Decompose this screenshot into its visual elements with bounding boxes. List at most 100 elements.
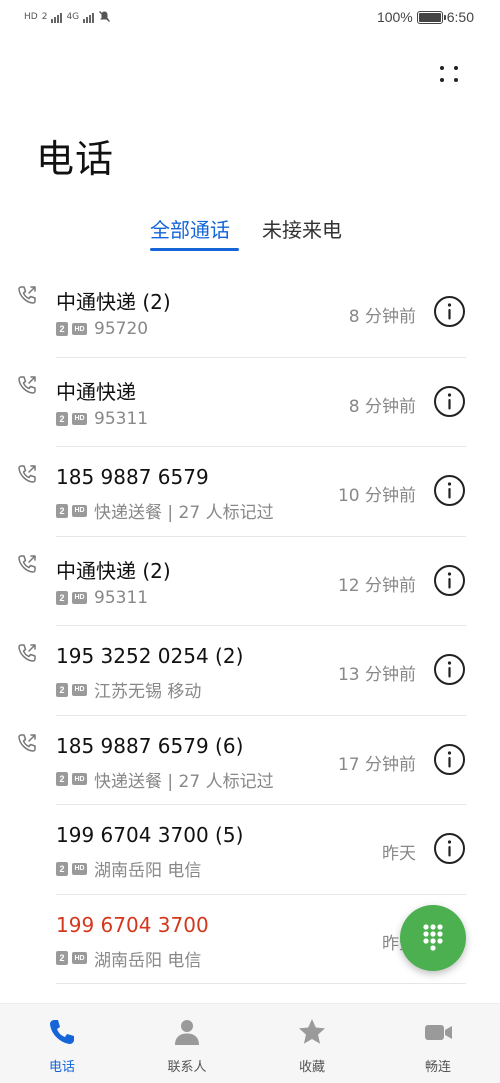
call-log-row[interactable]: 185 9887 6579 2 HD 快递送餐 | 27 人标记过 10 分钟前	[0, 447, 500, 537]
call-log-row[interactable]: 199 6704 3700 (5) 2 HD 湖南岳阳 电信 昨天	[0, 805, 500, 895]
call-time: 昨天	[382, 844, 416, 864]
caller-name: 中通快递 (2)	[56, 558, 171, 583]
call-detail: 95311	[94, 587, 149, 608]
hd-voice-icon: HD	[72, 323, 87, 335]
status-left: HD 2 4G	[24, 10, 111, 23]
call-detail: 江苏无锡 移动	[94, 682, 202, 702]
call-subtitle: 2 HD 95311	[56, 409, 148, 429]
dialpad-icon	[423, 924, 443, 951]
status-right: 100% 6:50	[377, 9, 474, 25]
sim-card-icon: 2	[56, 682, 68, 697]
caller-name: 中通快递	[56, 379, 136, 404]
call-log-row[interactable]: 195 3252 0254 (2) 2 HD 江苏无锡 移动 13 分钟前	[0, 626, 500, 716]
call-detail: 快递送餐 | 27 人标记过	[94, 771, 274, 792]
video-call-icon	[425, 1025, 452, 1040]
nav-phone-label: 电话	[48, 1060, 75, 1075]
call-detail: 95720	[94, 319, 149, 339]
hd-voice-icon: HD	[72, 862, 87, 875]
tab-all-calls[interactable]: 全部通话	[150, 214, 230, 243]
caller-name: 185 9887 6579 (6)	[56, 733, 244, 758]
call-subtitle: 2 HD 湖南岳阳 电信	[56, 856, 201, 881]
hd-voice-icon: HD	[72, 683, 87, 696]
hd-voice-icon: HD	[72, 591, 87, 604]
outgoing-call-icon	[18, 554, 36, 573]
hd-indicator: HD	[24, 11, 38, 22]
outgoing-call-icon	[18, 733, 36, 752]
sim-card-icon: 2	[56, 951, 68, 965]
caller-name: 195 3252 0254 (2)	[56, 644, 244, 668]
call-time: 13 分钟前	[337, 665, 416, 685]
tab-indicator	[150, 248, 239, 251]
call-log-row[interactable]: 中通快递 (2) 2 HD 95311 12 分钟前	[0, 537, 500, 626]
info-icon[interactable]	[433, 474, 466, 507]
call-subtitle: 2 HD 湖南岳阳 电信	[56, 946, 201, 971]
call-time: 12 分钟前	[337, 575, 416, 596]
sim-card-icon: 2	[56, 772, 68, 786]
battery-percent: 100%	[376, 9, 413, 25]
call-detail: 快递送餐 | 27 人标记过	[94, 503, 274, 523]
nav-favorites-label: 收藏	[298, 1060, 325, 1075]
sim-card-icon: 2	[56, 503, 68, 518]
nav-favorites[interactable]: 收藏	[262, 1004, 362, 1083]
call-subtitle: 2 HD 快递送餐 | 27 人标记过	[56, 498, 274, 523]
battery-icon	[416, 10, 446, 24]
row-divider	[56, 983, 466, 984]
call-detail: 95311	[94, 408, 149, 429]
hd-voice-icon: HD	[72, 952, 87, 964]
call-time: 8 分钟前	[348, 307, 416, 327]
caller-name: 199 6704 3700 (5)	[56, 823, 244, 847]
star-icon	[299, 1019, 325, 1044]
tab-missed-calls[interactable]: 未接来电	[262, 214, 342, 243]
signal-icon	[51, 11, 63, 23]
info-icon[interactable]	[433, 653, 466, 686]
outgoing-call-icon	[18, 286, 36, 304]
info-icon[interactable]	[433, 385, 466, 418]
outgoing-call-icon	[18, 375, 36, 394]
info-icon[interactable]	[433, 743, 466, 776]
sim-indicator: 2	[41, 11, 48, 22]
call-time: 10 分钟前	[337, 486, 416, 506]
nav-meetime-label: 畅连	[424, 1060, 451, 1075]
call-time: 17 分钟前	[337, 754, 416, 775]
call-detail: 湖南岳阳 电信	[94, 950, 202, 971]
bottom-navigation: 电话 联系人 收藏 畅连	[0, 1003, 500, 1083]
outgoing-call-icon	[18, 465, 36, 483]
call-log-row[interactable]: 185 9887 6579 (6) 2 HD 快递送餐 | 27 人标记过 17 分钟前	[0, 716, 500, 805]
page-title: 电话	[36, 137, 115, 181]
more-options-button[interactable]	[434, 58, 466, 90]
caller-name: 中通快递 (2)	[56, 290, 171, 314]
signal-icon-2	[83, 11, 95, 23]
call-detail: 湖南岳阳 电信	[94, 861, 202, 881]
call-subtitle: 2 HD 95720	[56, 319, 148, 339]
sim-card-icon: 2	[56, 861, 68, 876]
tab-bar: 全部通话 未接来电	[0, 214, 500, 258]
nav-meetime[interactable]: 畅连	[388, 1004, 488, 1083]
nav-phone[interactable]: 电话	[12, 1004, 112, 1083]
network-indicator: 4G	[66, 11, 80, 22]
call-subtitle: 2 HD 江苏无锡 移动	[56, 677, 201, 702]
call-log-row[interactable]: 中通快递 2 HD 95311 8 分钟前	[0, 358, 500, 447]
info-icon[interactable]	[433, 832, 466, 865]
nav-contacts-label: 联系人	[167, 1060, 207, 1075]
call-time: 8 分钟前	[348, 396, 416, 417]
status-bar: HD 2 4G 100% 6:50	[0, 0, 500, 36]
mute-notification-icon	[99, 11, 111, 22]
hd-voice-icon: HD	[72, 412, 87, 425]
hd-voice-icon: HD	[72, 504, 87, 517]
info-icon[interactable]	[433, 295, 466, 328]
info-icon[interactable]	[433, 564, 466, 597]
hd-voice-icon: HD	[72, 773, 87, 785]
clock: 6:50	[446, 9, 474, 25]
call-subtitle: 2 HD 快递送餐 | 27 人标记过	[56, 767, 274, 792]
dialpad-button[interactable]	[400, 905, 466, 971]
call-log-list: 中通快递 (2) 2 HD 95720 8 分钟前 中通快递 2 HD 95311 8 分钟前 18…	[0, 268, 500, 984]
sim-card-icon: 2	[56, 590, 68, 605]
contacts-icon	[175, 1020, 199, 1045]
caller-name: 199 6704 3700	[56, 912, 209, 937]
sim-card-icon: 2	[56, 322, 68, 336]
call-log-row[interactable]: 中通快递 (2) 2 HD 95720 8 分钟前	[0, 268, 500, 358]
sim-card-icon: 2	[56, 411, 68, 426]
nav-contacts[interactable]: 联系人	[137, 1004, 237, 1083]
phone-icon	[50, 1020, 74, 1044]
outgoing-call-icon	[18, 644, 36, 662]
